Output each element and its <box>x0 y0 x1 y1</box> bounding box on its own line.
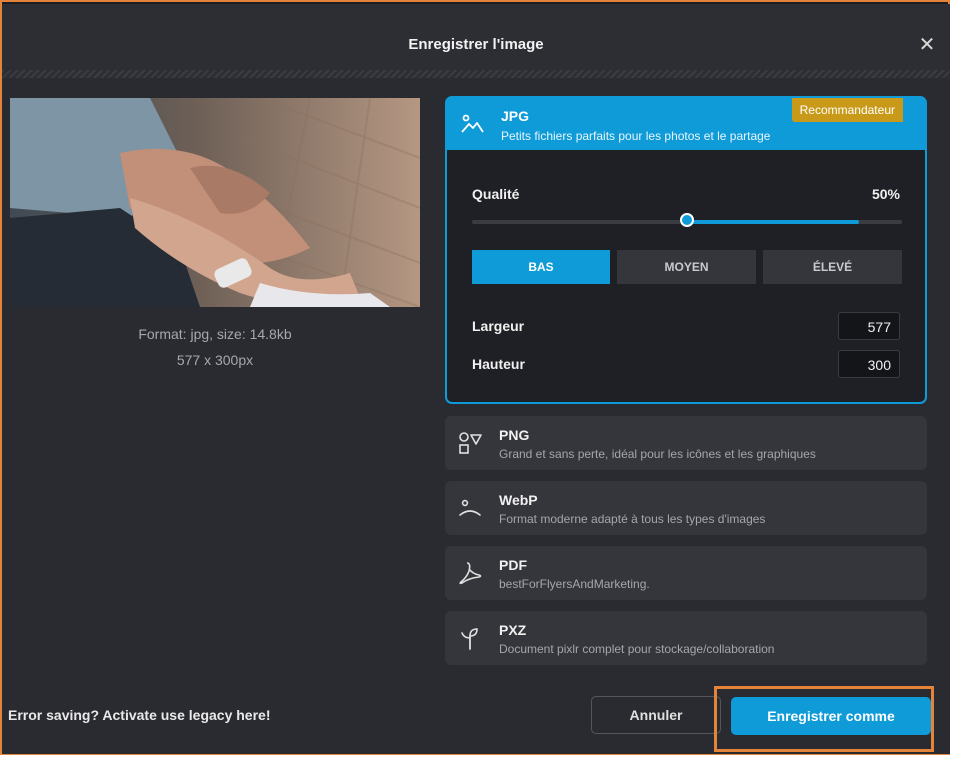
format-card-pxz[interactable]: PXZ Document pixlr complet pour stockage… <box>445 611 927 665</box>
cancel-button[interactable]: Annuler <box>591 696 721 734</box>
height-field[interactable]: 300 <box>838 350 900 378</box>
format-card-jpg[interactable]: JPG Petits fichiers parfaits pour les ph… <box>445 96 927 404</box>
jpg-card-header[interactable]: JPG Petits fichiers parfaits pour les ph… <box>447 98 925 150</box>
webp-icon <box>459 499 481 516</box>
format-name: WebP <box>499 492 538 508</box>
preview-photo <box>10 98 420 307</box>
dialog-header: Enregistrer l'image ✕ <box>2 4 950 70</box>
format-name: JPG <box>501 108 530 124</box>
quality-value: 50% <box>871 186 900 202</box>
format-card-pdf[interactable]: PDF bestForFlyersAndMarketing. <box>445 546 927 600</box>
image-icon <box>461 114 484 133</box>
close-button[interactable]: ✕ <box>916 34 938 56</box>
width-label: Largeur <box>472 318 525 334</box>
quality-slider-fill <box>687 220 859 224</box>
format-description: bestForFlyersAndMarketing. <box>499 577 650 591</box>
quality-high-button[interactable]: ÉLEVÉ <box>763 250 902 284</box>
header-divider <box>2 70 950 78</box>
image-preview <box>10 98 420 307</box>
width-field[interactable]: 577 <box>838 312 900 340</box>
quality-label: Qualité <box>472 186 520 202</box>
height-label: Hauteur <box>472 356 525 372</box>
format-description: Format moderne adapté à tous les types d… <box>499 512 766 526</box>
preview-dimensions: 577 x 300px <box>176 352 254 368</box>
format-card-webp[interactable]: WebP Format moderne adapté à tous les ty… <box>445 481 927 535</box>
format-description: Grand et sans perte, idéal pour les icôn… <box>499 447 816 461</box>
quality-medium-button[interactable]: MOYEN <box>617 250 756 284</box>
quality-low-button[interactable]: BAS <box>472 250 610 284</box>
format-card-png[interactable]: PNG Grand et sans perte, idéal pour les … <box>445 416 927 470</box>
pdf-icon <box>459 562 482 585</box>
legacy-save-link[interactable]: Error saving? Activate use legacy here! <box>8 707 270 723</box>
format-description: Petits fichiers parfaits pour les photos… <box>501 129 771 143</box>
quality-slider-thumb[interactable] <box>680 213 694 227</box>
shapes-icon <box>459 432 482 454</box>
format-name: PDF <box>499 557 527 573</box>
sprout-icon <box>461 628 478 650</box>
save-as-button[interactable]: Enregistrer comme <box>731 697 931 735</box>
preview-format-size: Format: jpg, size: 14.8kb <box>138 326 292 342</box>
format-description: Document pixlr complet pour stockage/col… <box>499 642 775 656</box>
quality-slider[interactable] <box>472 213 902 227</box>
recommended-badge: Recommandateur <box>791 98 903 122</box>
format-name: PNG <box>499 427 530 443</box>
format-name: PXZ <box>499 622 527 638</box>
dialog-title: Enregistrer l'image <box>408 36 544 53</box>
